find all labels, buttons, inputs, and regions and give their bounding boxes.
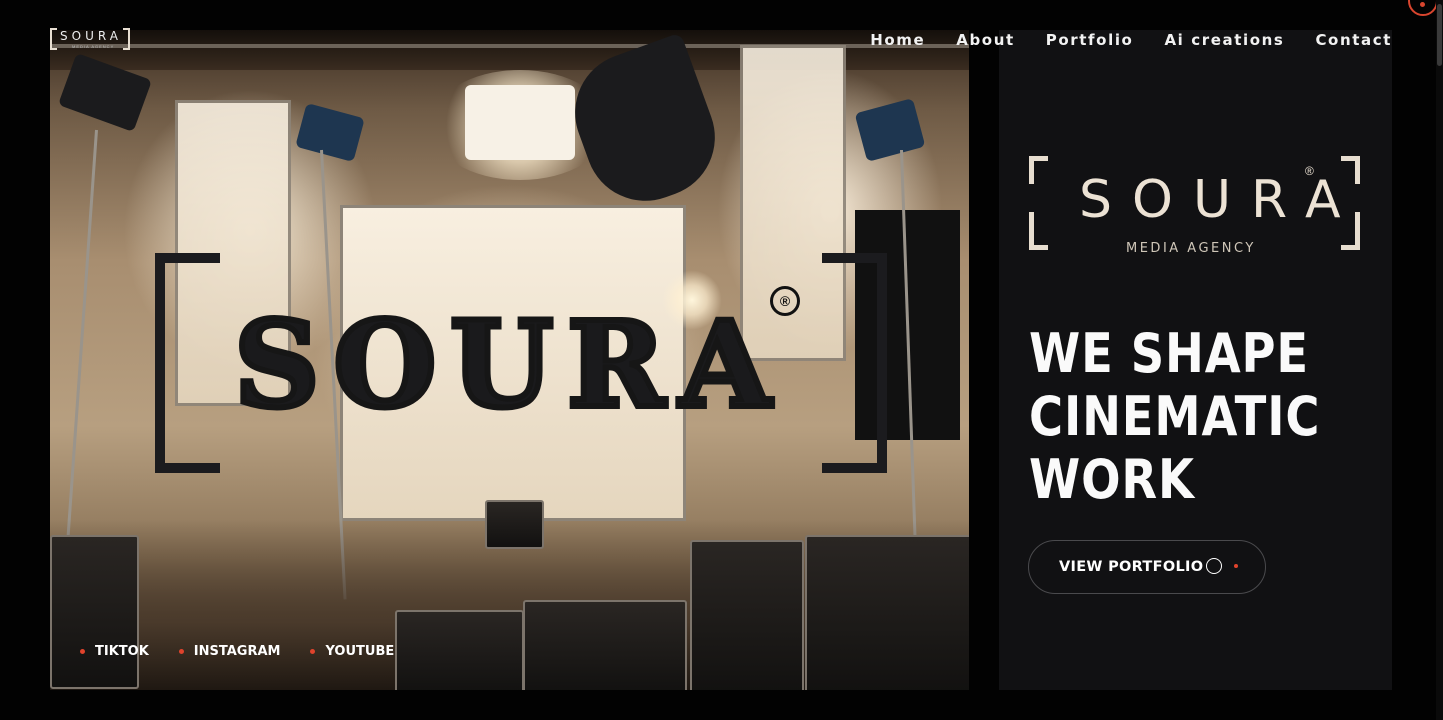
intro-panel: SOURA ® MEDIA AGENCY WE SHAPE CINEMATIC … xyxy=(999,30,1392,690)
fresnel-light-right xyxy=(854,98,926,162)
social-youtube-label: YOUTUBE xyxy=(325,644,395,659)
bracket-right-icon xyxy=(123,28,130,50)
small-case xyxy=(485,500,544,549)
brand-subtitle: MEDIA AGENCY xyxy=(1126,241,1256,256)
cable-soura-text: SOURA xyxy=(231,292,785,437)
dot-icon xyxy=(310,649,316,654)
header-logo-subtitle: MEDIA AGENCY xyxy=(72,44,115,49)
headline-line-2: CINEMATIC xyxy=(1029,385,1321,448)
view-portfolio-label: VIEW PORTFOLIO xyxy=(1059,559,1204,575)
nav-about[interactable]: About xyxy=(956,31,1015,49)
dot-icon xyxy=(80,649,85,654)
bracket-left-icon xyxy=(50,28,57,50)
bracket-gap xyxy=(1029,184,1049,212)
brand-logo: SOURA ® MEDIA AGENCY xyxy=(1029,156,1361,256)
hero-headline: WE SHAPE CINEMATIC WORK xyxy=(1029,322,1321,511)
dot-icon xyxy=(178,649,184,654)
view-portfolio-button[interactable]: VIEW PORTFOLIO xyxy=(1028,540,1266,594)
social-instagram-label: INSTAGRAM xyxy=(193,644,281,659)
social-links: TIKTOK INSTAGRAM YOUTUBE xyxy=(80,644,394,659)
dot-icon xyxy=(1420,2,1425,7)
header-logo[interactable]: SOURA MEDIA AGENCY xyxy=(50,28,130,50)
nav-contact[interactable]: Contact xyxy=(1315,31,1392,49)
menu-circle-icon[interactable] xyxy=(1408,0,1438,16)
artwork-registered-mark: ® xyxy=(770,286,800,316)
nav-portfolio[interactable]: Portfolio xyxy=(1046,31,1134,49)
headline-line-3: WORK xyxy=(1029,448,1195,511)
circle-icon xyxy=(1206,558,1222,574)
brand-wordmark: SOURA xyxy=(1079,170,1361,230)
equipment-case xyxy=(805,535,969,690)
brand-registered-mark: ® xyxy=(1305,164,1314,178)
headline-line-1: WE SHAPE xyxy=(1029,322,1310,385)
header-logo-text: SOURA xyxy=(60,29,122,43)
scrollbar-thumb[interactable] xyxy=(1437,4,1442,66)
hero-image: SOURA ® xyxy=(50,30,969,690)
social-youtube[interactable]: YOUTUBE xyxy=(310,644,394,659)
nav-home[interactable]: Home xyxy=(870,31,925,49)
scrollbar[interactable] xyxy=(1436,0,1443,720)
softbox-light xyxy=(465,85,575,160)
equipment-case xyxy=(50,535,139,689)
equipment-case xyxy=(690,540,804,690)
equipment-case xyxy=(395,610,524,690)
social-tiktok[interactable]: TIKTOK xyxy=(80,644,149,659)
social-instagram[interactable]: INSTAGRAM xyxy=(178,644,281,659)
cable-soura-artwork: SOURA xyxy=(50,292,969,437)
dot-icon xyxy=(1234,564,1238,568)
equipment-case xyxy=(523,600,687,690)
main-nav: Home About Portfolio Ai creations Contac… xyxy=(870,31,1392,49)
nav-ai-creations[interactable]: Ai creations xyxy=(1164,31,1284,49)
social-tiktok-label: TIKTOK xyxy=(95,644,149,659)
fresnel-light-blue xyxy=(295,103,365,162)
